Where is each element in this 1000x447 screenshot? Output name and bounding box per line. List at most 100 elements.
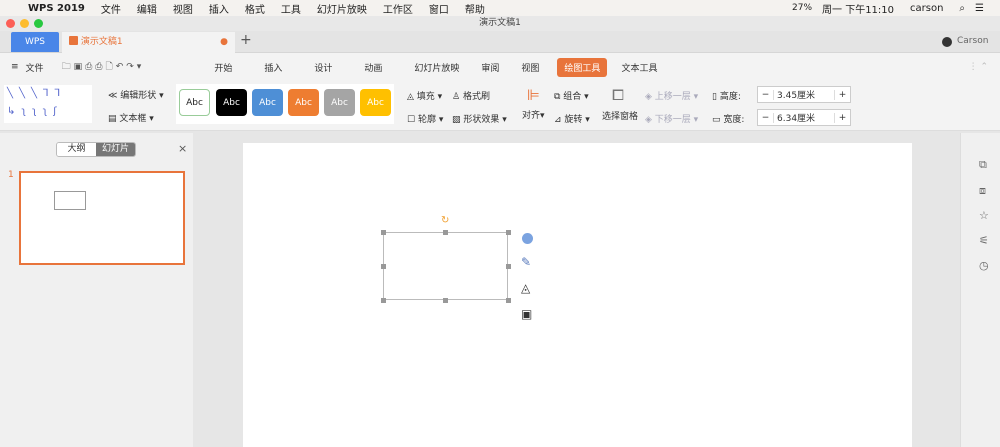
rotate-handle[interactable]: ↻: [441, 215, 449, 226]
bring-forward-button[interactable]: ◈ 上移一层 ▾: [645, 89, 698, 102]
style-swatch[interactable]: Abc: [360, 89, 391, 116]
search-icon[interactable]: ⌕: [959, 3, 965, 14]
tab-text-tools[interactable]: 文本工具: [621, 61, 657, 74]
tab-bar: WPS 演示文稿1 ● + Carson: [0, 31, 1000, 53]
menu-file[interactable]: 文件: [101, 1, 121, 16]
avatar[interactable]: [942, 37, 952, 47]
menu-format[interactable]: 格式: [245, 1, 265, 16]
line-shapes-gallery[interactable]: ╲╲╲⅂⅂ ↳ʅʅʅʃ: [4, 85, 92, 123]
settings-sliders-icon[interactable]: ⚟: [979, 234, 989, 247]
tab-animation[interactable]: 动画: [364, 61, 382, 74]
send-backward-button[interactable]: ◈ 下移一层 ▾: [645, 112, 698, 125]
edit-shape-button[interactable]: ≪ 编辑形状 ▾: [108, 88, 164, 101]
collapse-ribbon-icon[interactable]: ⋮ ⌃: [969, 62, 988, 72]
format-painter-button[interactable]: ♙ 格式刷: [452, 89, 490, 102]
ribbon-tabs: ≡ 文件 🗀▣⎙⎙🗋↶↷▾ 开始 插入 设计 动画 幻灯片放映 审阅 视图 绘图…: [0, 53, 1000, 81]
style-swatch[interactable]: Abc: [216, 89, 247, 116]
selected-rectangle-shape[interactable]: [383, 232, 508, 300]
height-decrease[interactable]: −: [758, 89, 774, 100]
width-decrease[interactable]: −: [758, 112, 774, 123]
fill-bucket-icon[interactable]: ◬: [521, 281, 530, 295]
star-shape-icon[interactable]: ☆: [979, 209, 989, 222]
rotate-button[interactable]: ⊿ 旋转 ▾: [554, 112, 590, 125]
slide-thumbnail[interactable]: [19, 171, 185, 265]
resize-handle[interactable]: [381, 298, 386, 303]
presentation-icon: [69, 36, 78, 45]
tab-design[interactable]: 设计: [314, 61, 332, 74]
unsaved-dot: ●: [220, 37, 228, 47]
align-icon: ⊫: [527, 86, 541, 104]
menu-window[interactable]: 窗口: [429, 1, 449, 16]
tab-slides[interactable]: 幻灯片: [96, 143, 135, 156]
resize-handle[interactable]: [506, 264, 511, 269]
align-button[interactable]: 对齐▾: [522, 108, 545, 121]
close-panel-button[interactable]: ×: [178, 142, 187, 155]
zoom-window-button[interactable]: [34, 19, 43, 28]
clock[interactable]: 周一 下午11:10: [822, 1, 894, 16]
height-input[interactable]: 3.45厘米: [774, 88, 834, 101]
close-window-button[interactable]: [6, 19, 15, 28]
tab-slideshow[interactable]: 幻灯片放映: [414, 61, 459, 74]
outline-button[interactable]: ☐ 轮廓 ▾: [407, 112, 443, 125]
battery-percent: 27%: [792, 3, 813, 13]
height-increase[interactable]: +: [834, 89, 850, 100]
window-title: 演示文稿1: [479, 18, 521, 28]
right-sidebar: ⧉ ⧈ ☆ ⚟ ◷: [960, 133, 1000, 447]
tab-document[interactable]: 演示文稿1 ●: [62, 32, 235, 53]
resize-handle[interactable]: [443, 298, 448, 303]
tab-view[interactable]: 视图: [521, 61, 539, 74]
minus-circle-icon[interactable]: [522, 233, 533, 244]
text-box-button[interactable]: ▤ 文本框 ▾: [108, 111, 154, 124]
tab-review[interactable]: 审阅: [481, 61, 499, 74]
slide-switch-icon[interactable]: ⧉: [979, 158, 987, 172]
menu-tools[interactable]: 工具: [281, 1, 301, 16]
tab-label: WPS: [24, 37, 46, 47]
history-icon[interactable]: ◷: [979, 259, 989, 272]
menu-help[interactable]: 帮助: [465, 1, 485, 16]
style-swatch[interactable]: Abc: [252, 89, 283, 116]
fill-button[interactable]: ◬ 填充 ▾: [407, 89, 442, 102]
app-menu[interactable]: WPS 2019: [28, 3, 85, 14]
height-stepper[interactable]: − 3.45厘米 +: [757, 86, 851, 103]
menu-workspace[interactable]: 工作区: [383, 1, 413, 16]
outline-icon[interactable]: ▣: [521, 307, 532, 321]
tab-wps-home[interactable]: WPS: [11, 32, 59, 52]
resize-handle[interactable]: [381, 264, 386, 269]
ribbon: ╲╲╲⅂⅂ ↳ʅʅʅʃ ≪ 编辑形状 ▾ ▤ 文本框 ▾ Abc Abc Abc …: [0, 81, 1000, 131]
group-button[interactable]: ⧉ 组合 ▾: [554, 89, 589, 102]
shape-effects-button[interactable]: ▧ 形状效果 ▾: [452, 112, 507, 125]
style-swatch[interactable]: Abc: [324, 89, 355, 116]
resize-handle[interactable]: [506, 230, 511, 235]
style-swatch[interactable]: Abc: [179, 89, 210, 116]
minimize-window-button[interactable]: [20, 19, 29, 28]
file-menu[interactable]: 文件: [26, 61, 44, 74]
resize-handle[interactable]: [443, 230, 448, 235]
new-tab-button[interactable]: +: [240, 32, 252, 48]
width-input[interactable]: 6.34厘米: [774, 111, 834, 124]
style-swatch[interactable]: Abc: [288, 89, 319, 116]
tab-home[interactable]: 开始: [214, 61, 232, 74]
resize-handle[interactable]: [381, 230, 386, 235]
quick-access-icons[interactable]: 🗀▣⎙⎙🗋↶↷▾: [62, 59, 145, 75]
tab-drawing-tools[interactable]: 绘图工具: [557, 57, 608, 77]
menu-slideshow[interactable]: 幻灯片放映: [317, 1, 367, 16]
account-name[interactable]: Carson: [957, 36, 988, 46]
tab-insert[interactable]: 插入: [264, 61, 282, 74]
menu-edit[interactable]: 编辑: [137, 1, 157, 16]
object-icon[interactable]: ⧈: [979, 184, 986, 198]
menu-view[interactable]: 视图: [173, 1, 193, 16]
selection-pane-icon: ⧠: [612, 86, 625, 104]
width-stepper[interactable]: − 6.34厘米 +: [757, 109, 851, 126]
slide-canvas[interactable]: ↻ ✎ ◬ ▣: [243, 143, 912, 447]
width-increase[interactable]: +: [834, 112, 850, 123]
hamburger-icon[interactable]: ≡: [11, 62, 19, 72]
selection-pane-button[interactable]: 选择窗格: [602, 109, 638, 122]
list-icon[interactable]: ☰: [975, 3, 984, 14]
brush-icon[interactable]: ✎: [521, 255, 531, 269]
tab-outline[interactable]: 大纲: [57, 143, 96, 156]
menu-insert[interactable]: 插入: [209, 1, 229, 16]
resize-handle[interactable]: [506, 298, 511, 303]
thumbnail-rectangle: [54, 191, 86, 210]
slides-panel: 大纲 幻灯片 × 1: [0, 133, 193, 447]
menubar-user[interactable]: carson: [910, 3, 943, 14]
